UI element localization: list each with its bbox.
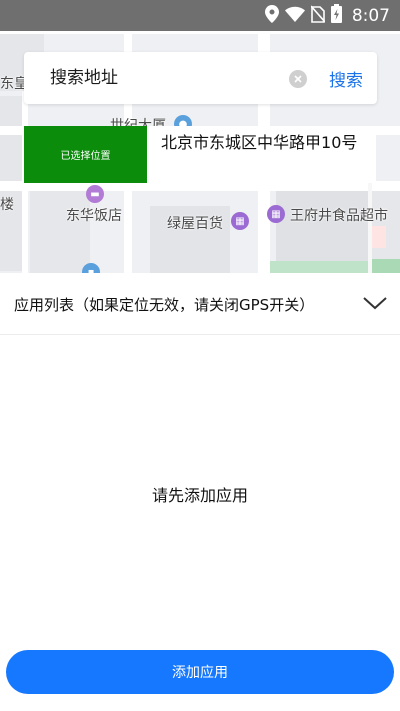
add-app-button[interactable]: 添加应用	[6, 650, 394, 694]
hotel-poi-icon: ▬	[86, 185, 104, 203]
app-list-header[interactable]: 应用列表（如果定位无效，请关闭GPS开关）	[0, 273, 400, 335]
search-bar: 搜索	[24, 52, 377, 104]
empty-state-text: 请先添加应用	[151, 486, 248, 505]
no-sim-icon	[310, 4, 326, 27]
wifi-icon	[284, 6, 305, 26]
location-address: 北京市东城区中华路甲10号	[161, 133, 358, 152]
screen: 8:07 东皇 世纪大厦 ● 楼 ▬	[0, 0, 400, 711]
status-bar: 8:07	[0, 0, 400, 31]
app-list-title: 应用列表（如果定位无效，请关闭GPS开关）	[14, 296, 315, 314]
selected-location-badge: 已选择位置	[24, 126, 148, 183]
chevron-down-icon[interactable]	[362, 293, 388, 313]
clear-icon[interactable]	[289, 70, 307, 88]
selected-location: 已选择位置 北京市东城区中华路甲10号	[24, 126, 376, 183]
map-label-lou: 楼	[0, 197, 14, 213]
search-input[interactable]	[24, 52, 279, 104]
battery-charging-icon	[330, 4, 342, 27]
map-label-dong-hua-hotel: 东华饭店	[66, 208, 122, 224]
store-poi-icon: ▦	[231, 212, 249, 230]
location-icon	[264, 4, 279, 27]
search-button[interactable]: 搜索	[320, 52, 372, 104]
map-label-wangfujing-food: 王府井食品超市	[290, 208, 388, 224]
supermarket-poi-icon: ▦	[267, 205, 285, 223]
status-icons: 8:07	[264, 0, 390, 31]
status-time: 8:07	[351, 5, 390, 26]
map-label-lv-wu-dept: 绿屋百货	[167, 216, 223, 232]
